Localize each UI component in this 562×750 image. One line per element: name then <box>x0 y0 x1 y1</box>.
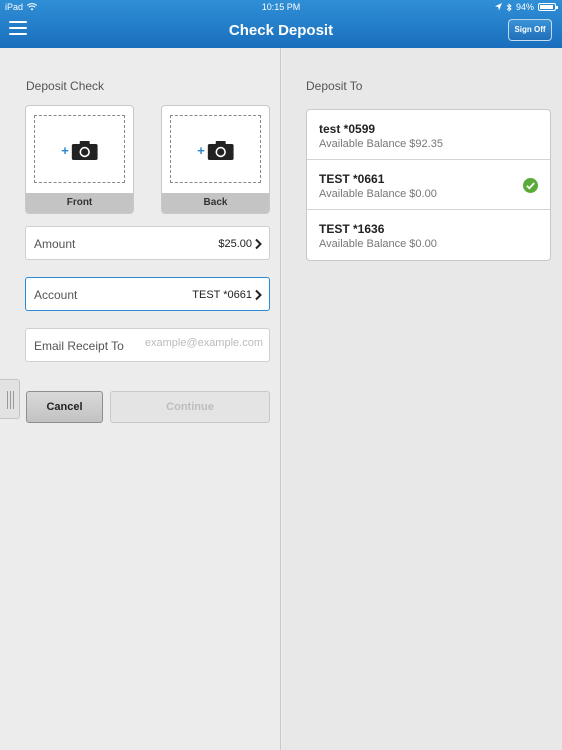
checkmark-icon <box>523 178 538 193</box>
camera-icon <box>207 141 234 160</box>
battery-percent: 94% <box>515 2 534 12</box>
back-capture-button[interactable]: + Back <box>161 105 270 214</box>
amount-value: $25.00 <box>218 238 252 250</box>
continue-button: Continue <box>110 391 270 423</box>
account-row[interactable]: TEST *1636 Available Balance $0.00 <box>307 210 550 260</box>
email-input[interactable] <box>133 337 263 349</box>
deposit-check-heading: Deposit Check <box>26 79 105 93</box>
amount-label: Amount <box>34 237 76 251</box>
account-field[interactable]: Account TEST *0661 <box>25 277 270 311</box>
account-name: test *0599 <box>319 122 376 136</box>
account-name: TEST *1636 <box>319 222 385 236</box>
email-receipt-label: Email Receipt To <box>34 339 124 353</box>
account-list: test *0599 Available Balance $92.35 TEST… <box>306 109 551 261</box>
add-photo-icon: + <box>61 140 98 160</box>
panel-drag-handle[interactable] <box>0 379 20 419</box>
amount-field[interactable]: Amount $25.00 <box>25 226 270 260</box>
account-name: TEST *0661 <box>319 172 385 186</box>
bluetooth-icon <box>506 2 512 12</box>
camera-icon <box>71 141 98 160</box>
front-capture-button[interactable]: + Front <box>25 105 134 214</box>
account-balance: Available Balance $92.35 <box>319 138 443 150</box>
front-label: Front <box>26 193 133 213</box>
cancel-button[interactable]: Cancel <box>26 391 103 423</box>
account-balance: Available Balance $0.00 <box>319 238 437 250</box>
status-bar: iPad 10:15 PM 94% <box>0 0 562 14</box>
status-time: 10:15 PM <box>261 2 301 12</box>
account-value: TEST *0661 <box>192 289 252 301</box>
top-bar: iPad 10:15 PM 94% Check Deposit Sign Off <box>0 0 562 48</box>
deposit-check-panel: Deposit Check + Front + Back Amount $25.… <box>0 48 281 750</box>
sign-off-button[interactable]: Sign Off <box>508 19 552 41</box>
page-title: Check Deposit <box>228 22 334 39</box>
chevron-right-icon <box>255 289 262 301</box>
account-row-selected[interactable]: TEST *0661 Available Balance $0.00 <box>307 160 550 210</box>
back-label: Back <box>162 193 269 213</box>
deposit-to-panel: Deposit To test *0599 Available Balance … <box>282 48 562 750</box>
account-balance: Available Balance $0.00 <box>319 188 437 200</box>
chevron-right-icon <box>255 238 262 250</box>
account-row[interactable]: test *0599 Available Balance $92.35 <box>307 110 550 160</box>
account-label: Account <box>34 288 78 302</box>
battery-icon <box>538 3 558 11</box>
add-photo-icon: + <box>197 140 234 160</box>
deposit-to-heading: Deposit To <box>306 79 363 93</box>
location-icon <box>494 3 502 11</box>
email-receipt-field[interactable]: Email Receipt To <box>25 328 270 362</box>
